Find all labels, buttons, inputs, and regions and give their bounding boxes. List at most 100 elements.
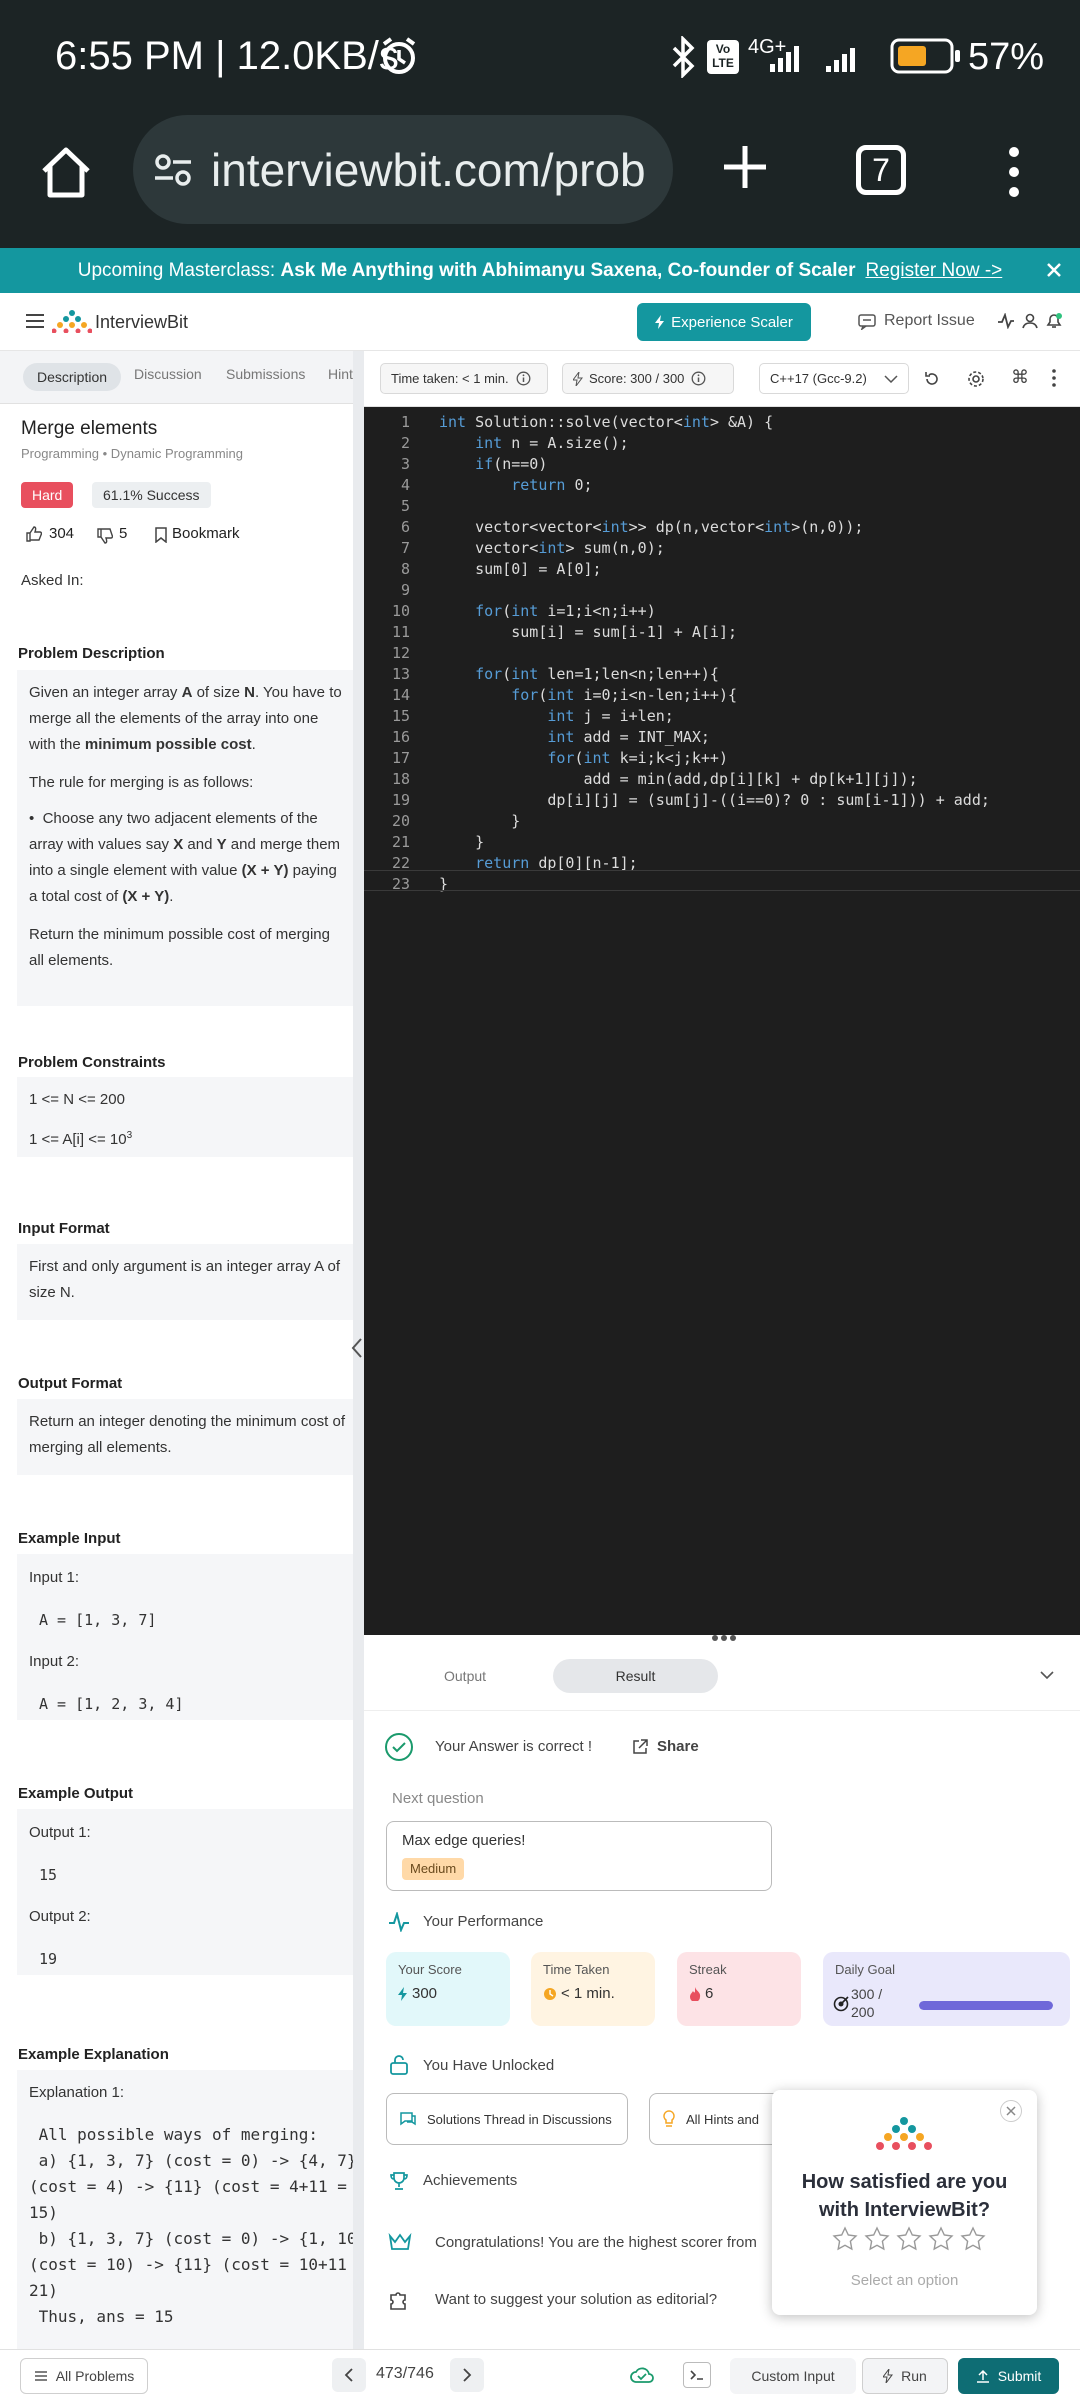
- code-text: for(int len=1;len<n;len++){: [475, 665, 719, 683]
- submit-button[interactable]: Submit: [958, 2358, 1059, 2394]
- brand-name[interactable]: InterviewBit: [95, 312, 188, 333]
- line-number: 8: [400, 560, 410, 578]
- settings-icon[interactable]: [967, 370, 985, 388]
- status-time: 6:55 PM | 12.0KB/s: [55, 34, 399, 78]
- tab-discussion[interactable]: Discussion: [134, 366, 202, 382]
- output-2-label: Output 2:: [29, 1908, 91, 1925]
- info-icon[interactable]: [516, 371, 531, 386]
- more-options-icon[interactable]: [1005, 145, 1023, 199]
- brand-logo-icon[interactable]: [52, 309, 92, 333]
- line-number: 17: [391, 749, 410, 767]
- star-icon[interactable]: [832, 2226, 858, 2252]
- code-line: 4 return 0;: [364, 476, 1080, 497]
- bookmark-label[interactable]: Bookmark: [172, 525, 240, 542]
- chat-icon: [399, 2111, 417, 2127]
- explanation-line: 21): [29, 2281, 58, 2300]
- like-icon[interactable]: [26, 526, 42, 542]
- register-link[interactable]: Register Now ->: [866, 260, 1003, 282]
- close-banner-icon[interactable]: [1045, 261, 1063, 279]
- output-2-value: 19: [39, 1950, 58, 1968]
- satisfaction-popup: How satisfied are you with InterviewBit?…: [772, 2090, 1037, 2315]
- performance-icon: [388, 1912, 410, 1932]
- time-taken-text: Time taken: < 1 min.: [391, 371, 509, 386]
- next-question-difficulty: Medium: [402, 1858, 465, 1880]
- success-badge: 61.1% Success: [92, 482, 211, 508]
- code-text: int Solution::solve(vector<int> &A) {: [439, 413, 774, 431]
- problem-panel: Description Discussion Submissions Hint …: [0, 351, 353, 2349]
- next-problem-icon[interactable]: [450, 2358, 484, 2392]
- input-2-label: Input 2:: [29, 1653, 80, 1670]
- profile-icon[interactable]: [1022, 313, 1038, 329]
- custom-input-button[interactable]: Custom Input: [730, 2358, 856, 2394]
- tab-output[interactable]: Output: [444, 1668, 486, 1684]
- footer-bar: All Problems 473/746 Custom Input Run Su…: [0, 2349, 1080, 2400]
- line-number: 6: [400, 518, 410, 536]
- code-text: int j = i+len;: [547, 707, 674, 725]
- example-explanation-body: Explanation 1: All possible ways of merg…: [17, 2070, 353, 2349]
- shortcuts-icon[interactable]: ⌘: [1011, 367, 1029, 388]
- tab-submissions[interactable]: Submissions: [226, 366, 305, 382]
- example-input-heading: Example Input: [18, 1530, 121, 1547]
- site-settings-icon[interactable]: [153, 150, 193, 190]
- code-line: 10 for(int i=1;i<n;i++): [364, 602, 1080, 623]
- line-number: 18: [391, 770, 410, 788]
- home-icon[interactable]: [38, 145, 94, 199]
- star-icon[interactable]: [864, 2226, 890, 2252]
- url-text: interviewbit.com/prob: [211, 143, 646, 196]
- run-button[interactable]: Run: [862, 2358, 948, 2394]
- collapse-panel-icon[interactable]: [350, 1337, 364, 1359]
- output-1-value: 15: [39, 1866, 58, 1884]
- report-issue-link[interactable]: Report Issue: [884, 312, 975, 330]
- bookmark-icon[interactable]: [155, 527, 167, 543]
- banner-title: Ask Me Anything with Abhimanyu Saxena, C…: [280, 259, 856, 281]
- line-number: 11: [391, 623, 410, 641]
- unlock-hints-label: All Hints and: [686, 2111, 759, 2127]
- prev-problem-icon[interactable]: [332, 2358, 366, 2392]
- activity-icon[interactable]: [997, 313, 1015, 329]
- experience-scaler-button[interactable]: Experience Scaler: [637, 303, 811, 341]
- output-format-body: Return an integer denoting the minimum c…: [17, 1399, 353, 1475]
- line-number: 5: [400, 497, 410, 515]
- menu-icon[interactable]: [25, 313, 45, 329]
- info-icon[interactable]: [691, 371, 706, 386]
- dislike-icon[interactable]: [97, 528, 113, 544]
- language-select[interactable]: C++17 (Gcc-9.2): [759, 363, 909, 394]
- star-icon[interactable]: [960, 2226, 986, 2252]
- code-editor[interactable]: 1 int Solution::solve(vector<int> &A) {2 …: [364, 407, 1080, 1635]
- terminal-icon[interactable]: [683, 2362, 711, 2388]
- tab-result[interactable]: Result: [553, 1659, 718, 1693]
- unlock-discussions-card[interactable]: Solutions Thread in Discussions: [386, 2093, 628, 2145]
- input-1-value: A = [1, 3, 7]: [39, 1611, 157, 1629]
- status-bar: 6:55 PM | 12.0KB/s Vo LTE 4G+ 57%: [0, 0, 1080, 115]
- code-text: for(int i=1;i<n;i++): [475, 602, 656, 620]
- output-1-label: Output 1:: [29, 1824, 91, 1841]
- collapse-results-icon[interactable]: [1040, 1671, 1054, 1679]
- next-question-label: Next question: [392, 1790, 484, 1807]
- all-problems-button[interactable]: All Problems: [20, 2358, 148, 2394]
- streak-card-value: 6: [689, 1985, 789, 2002]
- explanation-1-label: Explanation 1:: [29, 2084, 125, 2101]
- share-icon[interactable]: [632, 1739, 648, 1755]
- code-line: 8 sum[0] = A[0];: [364, 560, 1080, 581]
- suggest-editorial-text[interactable]: Want to suggest your solution as editori…: [435, 2291, 717, 2308]
- tab-hint[interactable]: Hint: [328, 366, 353, 382]
- star-icon[interactable]: [928, 2226, 954, 2252]
- tab-switcher-button[interactable]: 7: [856, 145, 906, 195]
- new-tab-icon[interactable]: [720, 142, 770, 192]
- code-text: }: [439, 833, 485, 851]
- daily-goal-card: Daily Goal 300 / 200: [823, 1952, 1070, 2026]
- description-body: Given an integer array A of size N. You …: [17, 670, 353, 1006]
- example-output-body: Output 1: 15 Output 2: 19: [17, 1809, 353, 1975]
- reset-code-icon[interactable]: [923, 370, 941, 388]
- next-question-card[interactable]: Max edge queries! Medium: [386, 1821, 772, 1891]
- notification-bell-icon[interactable]: [1045, 312, 1063, 330]
- share-button[interactable]: Share: [657, 1738, 699, 1755]
- bulb-icon: [662, 2110, 676, 2128]
- more-vert-icon[interactable]: [1052, 369, 1056, 387]
- tab-description[interactable]: Description: [23, 363, 122, 391]
- daily-goal-progress-fill: [919, 2001, 1053, 2010]
- url-field[interactable]: interviewbit.com/prob: [133, 115, 673, 224]
- report-icon[interactable]: [858, 314, 876, 330]
- close-popup-icon[interactable]: [1000, 2100, 1022, 2122]
- star-icon[interactable]: [896, 2226, 922, 2252]
